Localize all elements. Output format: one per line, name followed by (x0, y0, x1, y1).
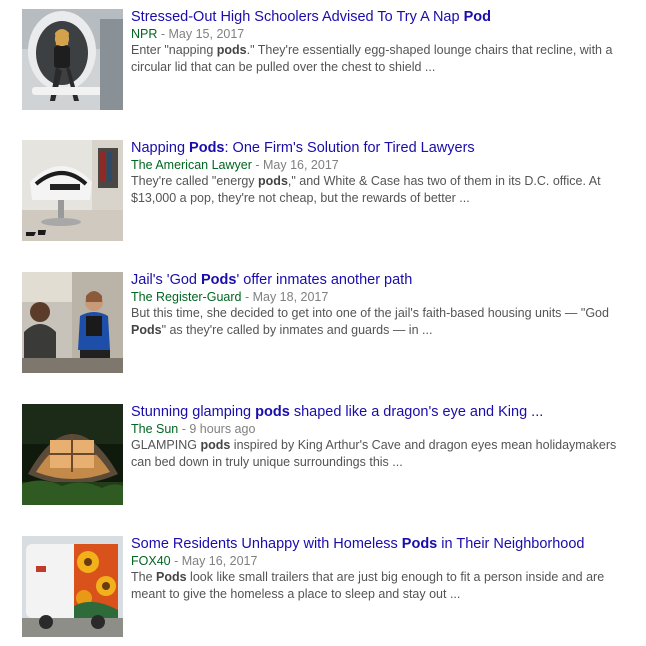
result-meta: The Register-Guard - May 18, 2017 (131, 289, 634, 305)
result-thumbnail[interactable] (22, 140, 123, 241)
result-thumbnail[interactable] (22, 404, 123, 505)
meta-separator: - (251, 158, 263, 172)
energy-pod-office-image (22, 140, 123, 241)
result-text: Some Residents Unhappy with Homeless Pod… (131, 536, 634, 603)
news-result: Some Residents Unhappy with Homeless Pod… (22, 536, 634, 637)
result-snippet: But this time, she decided to get into o… (131, 306, 609, 337)
news-result: Napping Pods: One Firm's Solution for Ti… (22, 140, 634, 241)
news-result: Stressed-Out High Schoolers Advised To T… (22, 9, 634, 110)
result-source: NPR (131, 27, 158, 41)
result-thumbnail[interactable] (22, 536, 123, 637)
result-date: May 18, 2017 (252, 290, 329, 304)
result-text: Stunning glamping pods shaped like a dra… (131, 404, 634, 471)
result-title-link[interactable]: Stunning glamping pods shaped like a dra… (131, 404, 634, 421)
result-text: Jail's 'God Pods' offer inmates another … (131, 272, 634, 339)
homeless-pod-trailer-image (22, 536, 123, 637)
result-source: The Register-Guard (131, 290, 242, 304)
result-source: The Sun (131, 422, 179, 436)
result-thumbnail[interactable] (22, 9, 123, 110)
result-title-link[interactable]: Napping Pods: One Firm's Solution for Ti… (131, 140, 634, 157)
result-snippet: GLAMPING pods inspired by King Arthur's … (131, 438, 617, 469)
result-source: The American Lawyer (131, 158, 252, 172)
result-snippet: Enter "napping pods." They're essentiall… (131, 43, 613, 74)
result-meta: FOX40 - May 16, 2017 (131, 553, 634, 569)
result-title-link[interactable]: Jail's 'God Pods' offer inmates another … (131, 272, 634, 289)
result-date: 9 hours ago (189, 422, 256, 436)
result-meta: NPR - May 15, 2017 (131, 26, 634, 42)
glamping-pod-image (22, 404, 123, 505)
result-meta: The American Lawyer - May 16, 2017 (131, 157, 634, 173)
meta-separator: - (157, 27, 169, 41)
result-date: May 15, 2017 (168, 27, 245, 41)
meta-separator: - (178, 422, 190, 436)
result-source: FOX40 (131, 554, 171, 568)
result-title-link[interactable]: Stressed-Out High Schoolers Advised To T… (131, 9, 634, 26)
result-snippet: They're called "energy pods," and White … (131, 174, 601, 205)
result-date: May 16, 2017 (263, 158, 339, 172)
jail-pod-meeting-image (22, 272, 123, 373)
result-snippet: The Pods look like small trailers that a… (131, 570, 605, 601)
meta-separator: - (170, 554, 182, 568)
nap-pod-chair-image (22, 9, 123, 110)
result-thumbnail[interactable] (22, 272, 123, 373)
result-title-link[interactable]: Some Residents Unhappy with Homeless Pod… (131, 536, 634, 553)
result-meta: The Sun - 9 hours ago (131, 421, 634, 437)
result-text: Napping Pods: One Firm's Solution for Ti… (131, 140, 634, 207)
result-date: May 16, 2017 (181, 554, 258, 568)
meta-separator: - (241, 290, 253, 304)
news-result: Jail's 'God Pods' offer inmates another … (22, 272, 634, 373)
result-text: Stressed-Out High Schoolers Advised To T… (131, 9, 634, 76)
news-result: Stunning glamping pods shaped like a dra… (22, 404, 634, 505)
